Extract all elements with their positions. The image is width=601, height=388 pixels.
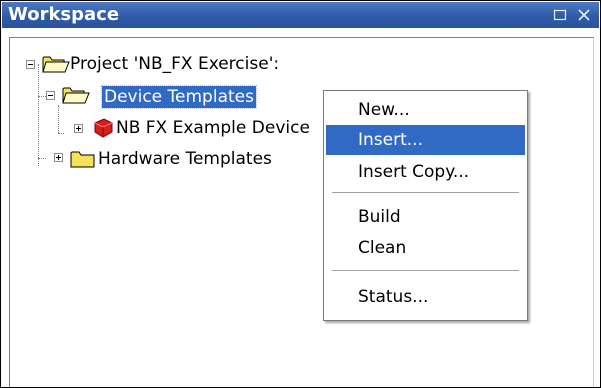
context-menu: New... Insert... Insert Copy... Build Cl… (323, 90, 528, 321)
root-collapse-toggle[interactable] (26, 60, 35, 69)
menu-item-build[interactable]: Build (326, 202, 525, 232)
window-title: Workspace (8, 4, 120, 25)
tree-node-device-example[interactable]: NB FX Example Device (114, 117, 312, 139)
menu-separator (332, 270, 519, 271)
close-icon[interactable] (573, 4, 595, 26)
menu-item-status[interactable]: Status... (326, 282, 525, 312)
menu-item-insert-copy[interactable]: Insert Copy... (326, 157, 525, 187)
tree-connector (38, 158, 46, 159)
device-icon (92, 118, 114, 142)
device-templates-collapse-toggle[interactable] (46, 91, 55, 100)
open-folder-icon (42, 54, 70, 78)
title-buttons (549, 3, 595, 27)
tree-connector (58, 133, 64, 134)
restore-icon[interactable] (549, 4, 571, 26)
tree-node-root[interactable]: Project 'NB_FX Exercise': (68, 53, 281, 75)
menu-item-insert[interactable]: Insert... (326, 125, 525, 155)
hardware-templates-expand-toggle[interactable] (54, 153, 63, 162)
menu-item-new[interactable]: New... (326, 95, 525, 125)
device-expand-toggle[interactable] (74, 124, 83, 133)
tree-node-device-templates[interactable]: Device Templates (101, 85, 257, 109)
folder-icon (70, 149, 96, 173)
tree-connector (38, 64, 39, 166)
title-bar[interactable]: Workspace (2, 2, 599, 28)
tree-connector (38, 96, 46, 97)
tree-node-hardware-templates[interactable]: Hardware Templates (96, 148, 274, 170)
menu-item-clean[interactable]: Clean (326, 233, 525, 263)
workspace-window: Workspace Project 'NB_FX Exercise': Devi… (0, 0, 601, 388)
menu-separator (332, 192, 519, 193)
open-folder-icon (62, 85, 90, 109)
tree-connector (58, 105, 59, 133)
